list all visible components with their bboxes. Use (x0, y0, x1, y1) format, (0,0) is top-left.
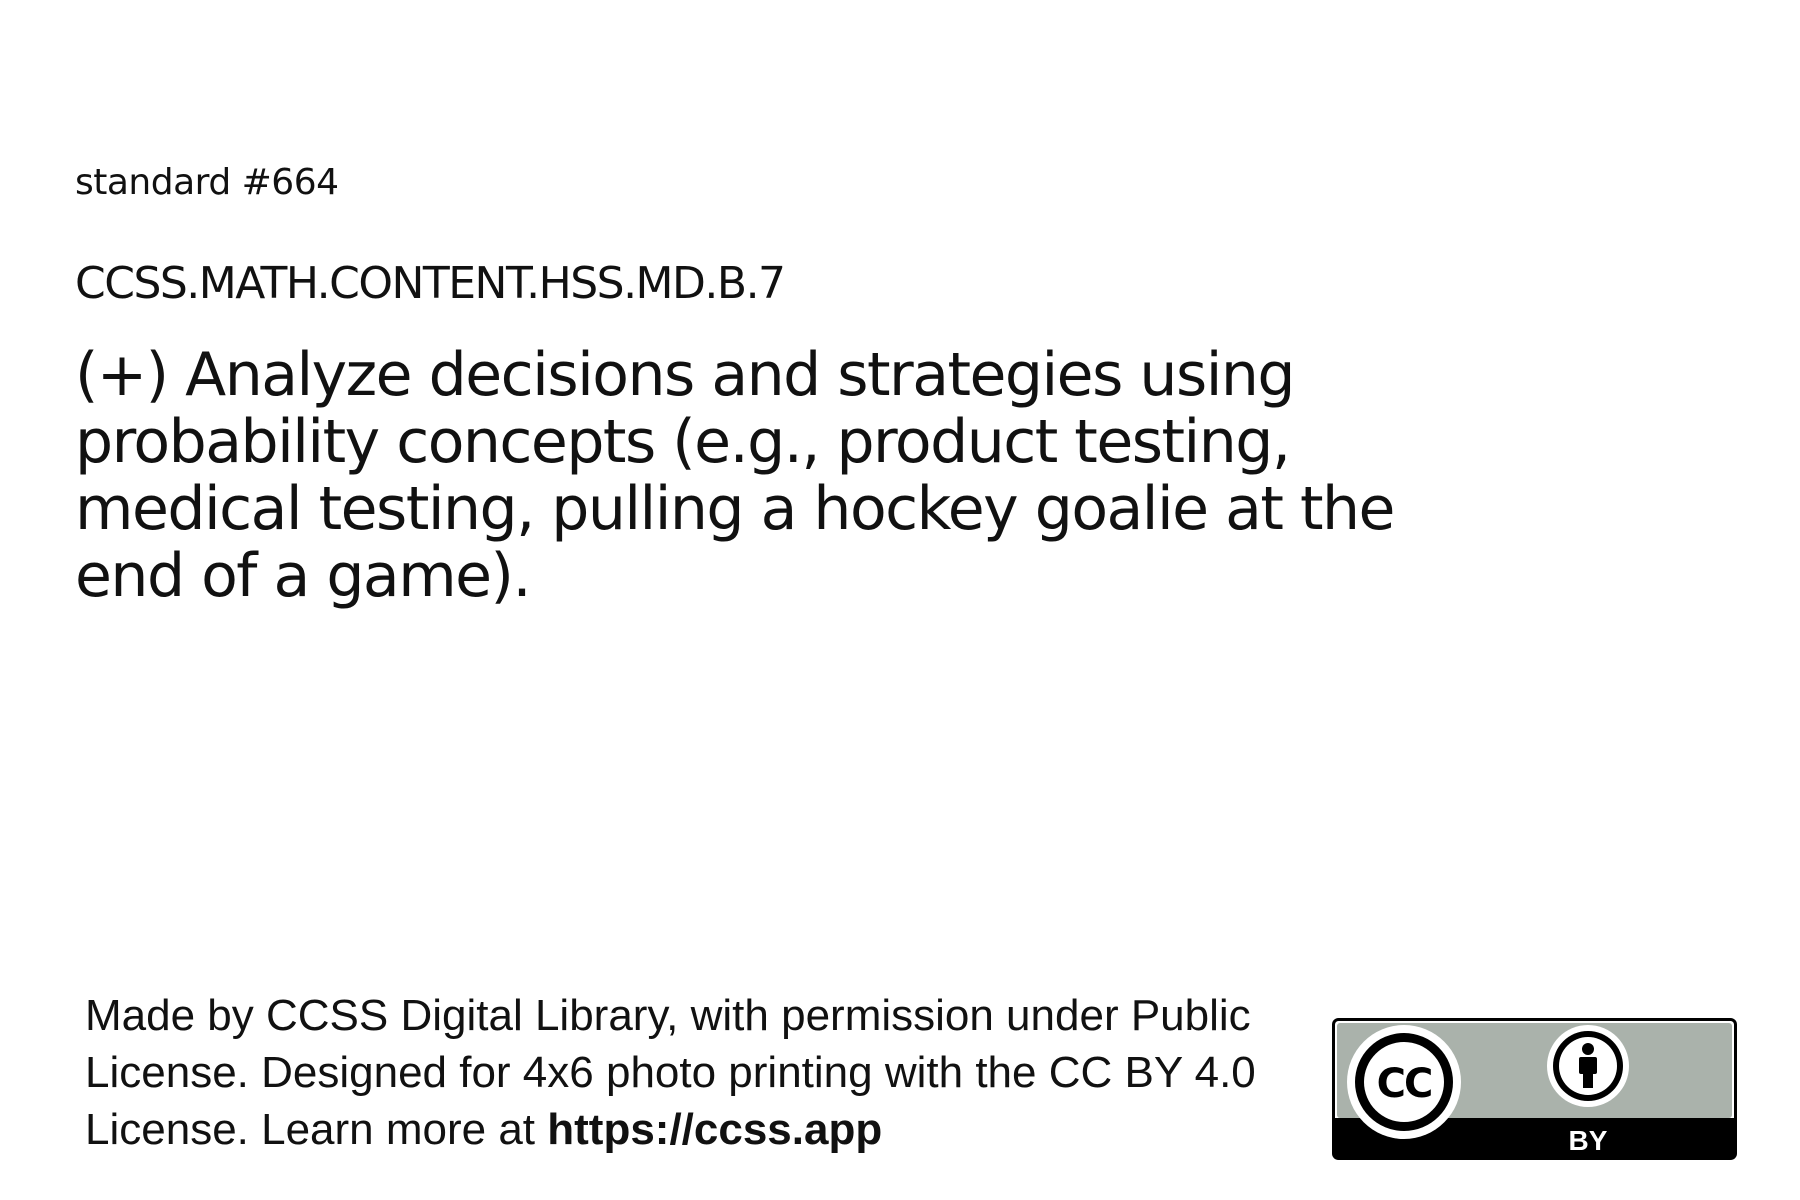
cc-icon-text: CC (1377, 1061, 1432, 1107)
cc-icon: CC (1347, 1025, 1461, 1139)
attribution-text: Made by CCSS Digital Library, with permi… (85, 987, 1335, 1158)
standard-number: standard #664 (75, 162, 339, 203)
standard-code: CCSS.MATH.CONTENT.HSS.MD.B.7 (75, 258, 786, 309)
standard-description: (+) Analyze decisions and strategies usi… (75, 340, 1395, 611)
attribution-person-icon (1547, 1025, 1629, 1107)
cc-by-license-badge: CC BY (1332, 1018, 1737, 1160)
attribution-url: https://ccss.app (547, 1105, 883, 1154)
by-label: BY (1569, 1125, 1608, 1156)
